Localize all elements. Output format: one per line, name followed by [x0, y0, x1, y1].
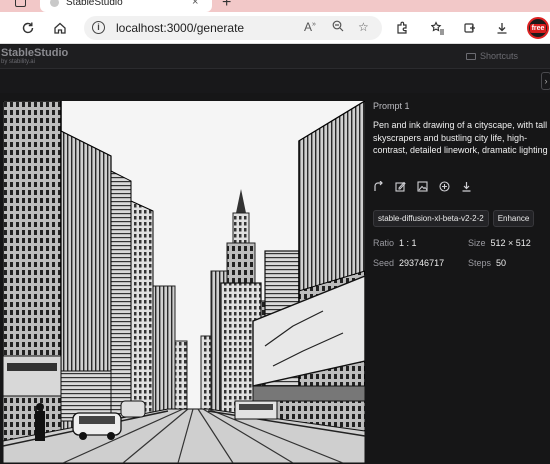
model-tags: stable-diffusion-xl-beta-v2-2-2 Enhance [373, 209, 550, 227]
generation-meta: Ratio 1 : 1 Size 512 × 512 Seed 293746717 S… [373, 238, 550, 268]
profile-avatar[interactable]: free [527, 17, 549, 39]
site-info-icon[interactable]: i [92, 21, 105, 34]
tab-actions-icon[interactable] [15, 0, 26, 7]
collections-icon[interactable] [460, 18, 480, 38]
generated-image[interactable] [3, 101, 365, 463]
enhance-button[interactable]: Enhance [492, 209, 535, 227]
address-bar[interactable]: i localhost:3000/generate A» ☆ [84, 16, 382, 40]
collapse-panel-button[interactable]: › [541, 72, 550, 90]
image-actions [373, 180, 550, 192]
downloads-hub-icon[interactable] [492, 18, 512, 38]
tab-title: StableStudio [66, 0, 123, 8]
cityscape-drawing [3, 101, 365, 463]
branch-icon[interactable] [373, 180, 384, 192]
app-brand[interactable]: StableStudio [1, 47, 68, 59]
home-icon[interactable] [50, 18, 70, 38]
zoom-out-icon[interactable] [332, 20, 344, 35]
read-aloud-icon[interactable]: A» [304, 20, 316, 34]
extensions-icon[interactable] [392, 18, 412, 38]
image-details-panel: Prompt 1 Pen and ink drawing of a citysc… [373, 101, 550, 268]
shortcuts-label: Shortcuts [480, 51, 519, 61]
ratio-value: 1 : 1 [399, 237, 417, 248]
ratio-label: Ratio [373, 237, 395, 248]
keyboard-icon [466, 52, 476, 60]
app-brand-sub: by stability.ai [1, 59, 35, 65]
favorite-star-icon[interactable]: ☆ [358, 20, 369, 34]
size-value: 512 × 512 [490, 237, 531, 248]
seed-label: Seed [373, 257, 395, 268]
browser-toolbar: i localhost:3000/generate A» ☆ free [0, 12, 550, 44]
shortcuts-button[interactable]: Shortcuts [466, 51, 518, 61]
new-tab-icon[interactable]: + [222, 0, 231, 12]
steps-item: Steps 50 [468, 258, 548, 268]
favorites-icon[interactable] [428, 18, 448, 38]
steps-value: 50 [496, 257, 507, 268]
profile-badge: free [529, 23, 547, 33]
size-label: Size [468, 237, 486, 248]
reload-icon[interactable] [18, 18, 38, 38]
image-icon[interactable] [417, 180, 428, 192]
prompt-label: Prompt 1 [373, 101, 410, 111]
address-url[interactable]: localhost:3000/generate [116, 21, 244, 35]
add-circle-icon[interactable] [439, 180, 450, 192]
tab-close-icon[interactable]: × [192, 0, 198, 8]
generate-main: Prompt 1 Pen and ink drawing of a citysc… [0, 93, 550, 464]
prompt-text: Pen and ink drawing of a cityscape, with… [373, 120, 548, 155]
browser-tab-bar: StableStudio × + [0, 0, 550, 12]
app-subbar: › [0, 69, 550, 93]
edit-icon[interactable] [395, 181, 406, 192]
app-header: StableStudio by stability.ai Shortcuts [0, 45, 550, 69]
size-item: Size 512 × 512 [468, 238, 548, 248]
ratio-item: Ratio 1 : 1 [373, 238, 468, 248]
steps-label: Steps [468, 257, 492, 268]
model-tag[interactable]: stable-diffusion-xl-beta-v2-2-2 [373, 209, 489, 227]
download-icon[interactable] [461, 181, 472, 192]
seed-item: Seed 293746717 [373, 258, 468, 268]
seed-value: 293746717 [399, 257, 445, 268]
